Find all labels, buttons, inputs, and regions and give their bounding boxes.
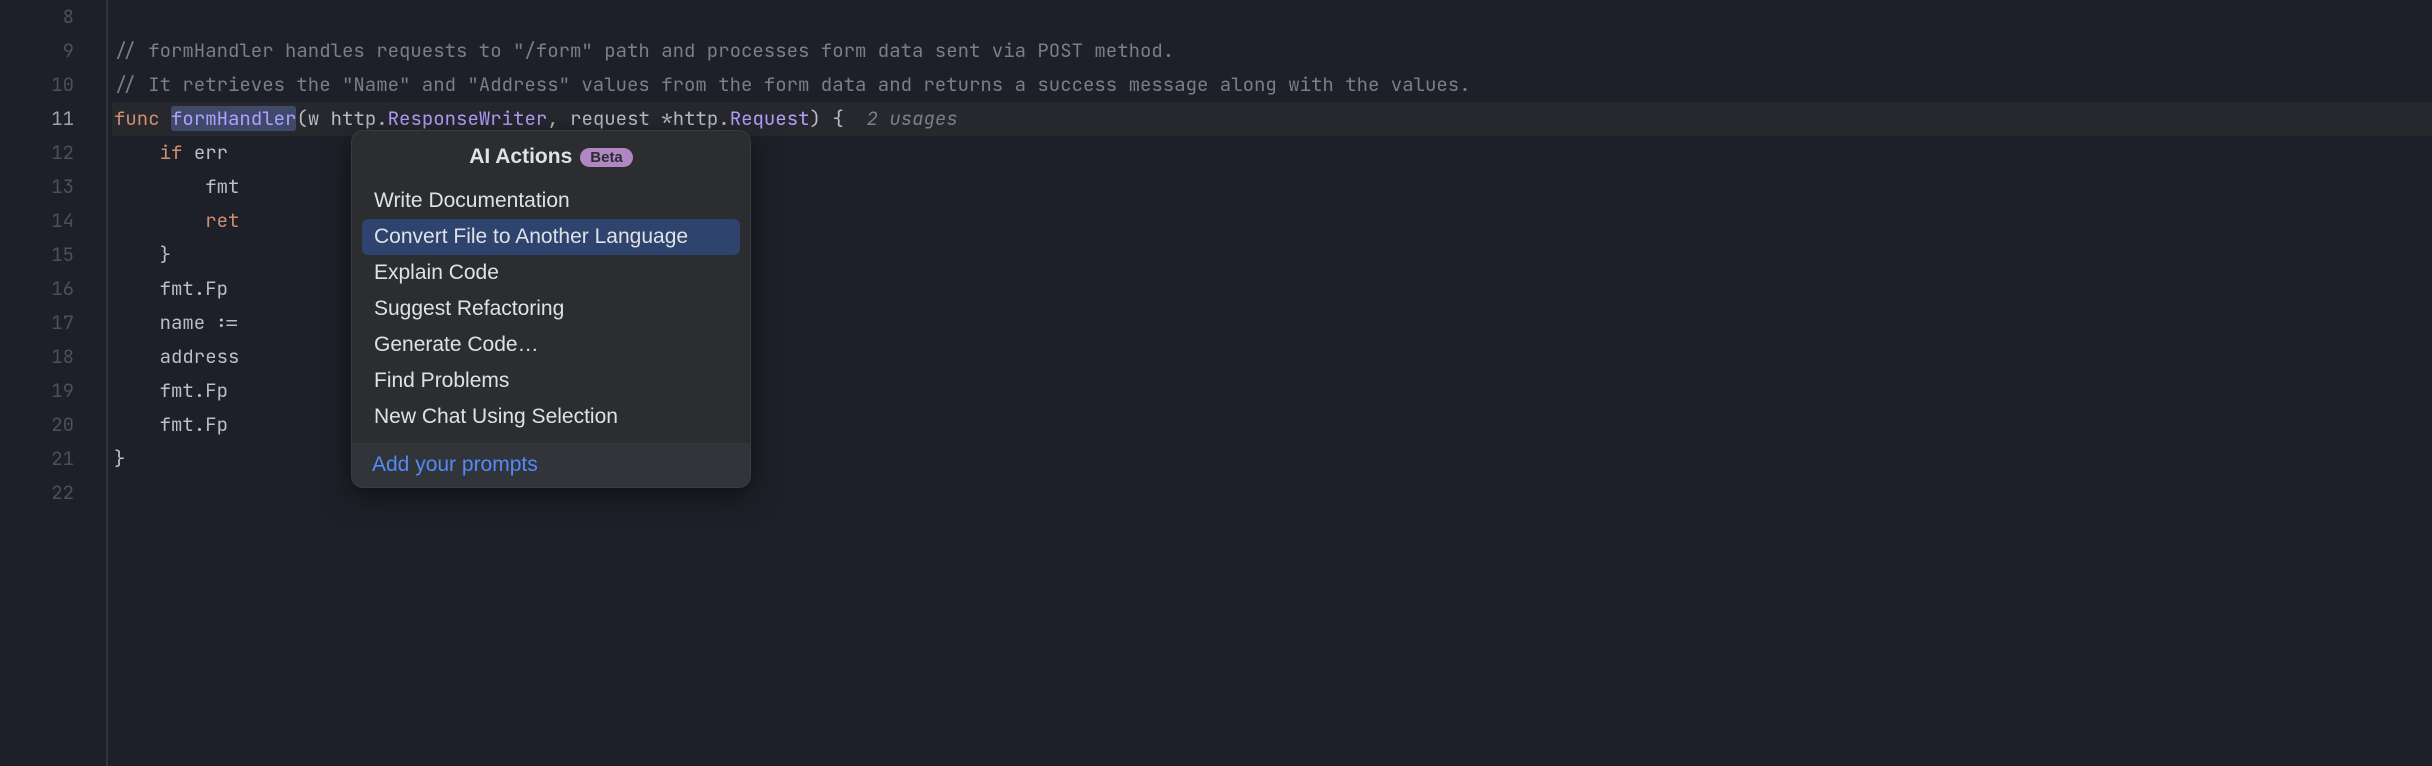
line-number: 14 bbox=[0, 204, 106, 238]
add-prompts-link[interactable]: Add your prompts bbox=[372, 453, 538, 476]
code-line[interactable] bbox=[112, 0, 2432, 34]
ai-action-find-problems[interactable]: Find Problems bbox=[362, 363, 740, 399]
ai-action-write-documentation[interactable]: Write Documentation bbox=[362, 183, 740, 219]
ai-actions-popup: AI Actions Beta Write Documentation Conv… bbox=[351, 130, 751, 488]
line-number: 22 bbox=[0, 476, 106, 510]
popup-items: Write Documentation Convert File to Anot… bbox=[352, 181, 750, 443]
line-number: 20 bbox=[0, 408, 106, 442]
line-number: 15 bbox=[0, 238, 106, 272]
code-line[interactable]: // It retrieves the "Name" and "Address"… bbox=[112, 68, 2432, 102]
beta-badge: Beta bbox=[580, 148, 633, 167]
popup-title: AI Actions bbox=[469, 145, 572, 169]
line-number: 16 bbox=[0, 272, 106, 306]
line-number: 13 bbox=[0, 170, 106, 204]
code-area[interactable]: // formHandler handles requests to "/for… bbox=[108, 0, 2432, 766]
line-number: 18 bbox=[0, 340, 106, 374]
line-number: 21 bbox=[0, 442, 106, 476]
line-number: 12 bbox=[0, 136, 106, 170]
line-number: 19 bbox=[0, 374, 106, 408]
line-number: 10 bbox=[0, 68, 106, 102]
ai-action-generate-code[interactable]: Generate Code… bbox=[362, 327, 740, 363]
line-number: 8 bbox=[0, 0, 106, 34]
line-number: 11 bbox=[0, 102, 106, 136]
line-number: 9 bbox=[0, 34, 106, 68]
popup-footer: Add your prompts bbox=[352, 443, 750, 487]
line-number: 17 bbox=[0, 306, 106, 340]
code-editor[interactable]: 8 9 10 11 12 13 14 15 16 17 18 19 20 21 … bbox=[0, 0, 2432, 766]
code-line[interactable]: // formHandler handles requests to "/for… bbox=[112, 34, 2432, 68]
ai-action-explain-code[interactable]: Explain Code bbox=[362, 255, 740, 291]
gutter: 8 9 10 11 12 13 14 15 16 17 18 19 20 21 … bbox=[0, 0, 108, 766]
ai-action-suggest-refactoring[interactable]: Suggest Refactoring bbox=[362, 291, 740, 327]
usage-hint[interactable]: 2 usages bbox=[844, 106, 958, 131]
ai-action-new-chat[interactable]: New Chat Using Selection bbox=[362, 399, 740, 435]
ai-action-convert-file[interactable]: Convert File to Another Language bbox=[362, 219, 740, 255]
popup-header: AI Actions Beta bbox=[352, 131, 750, 181]
